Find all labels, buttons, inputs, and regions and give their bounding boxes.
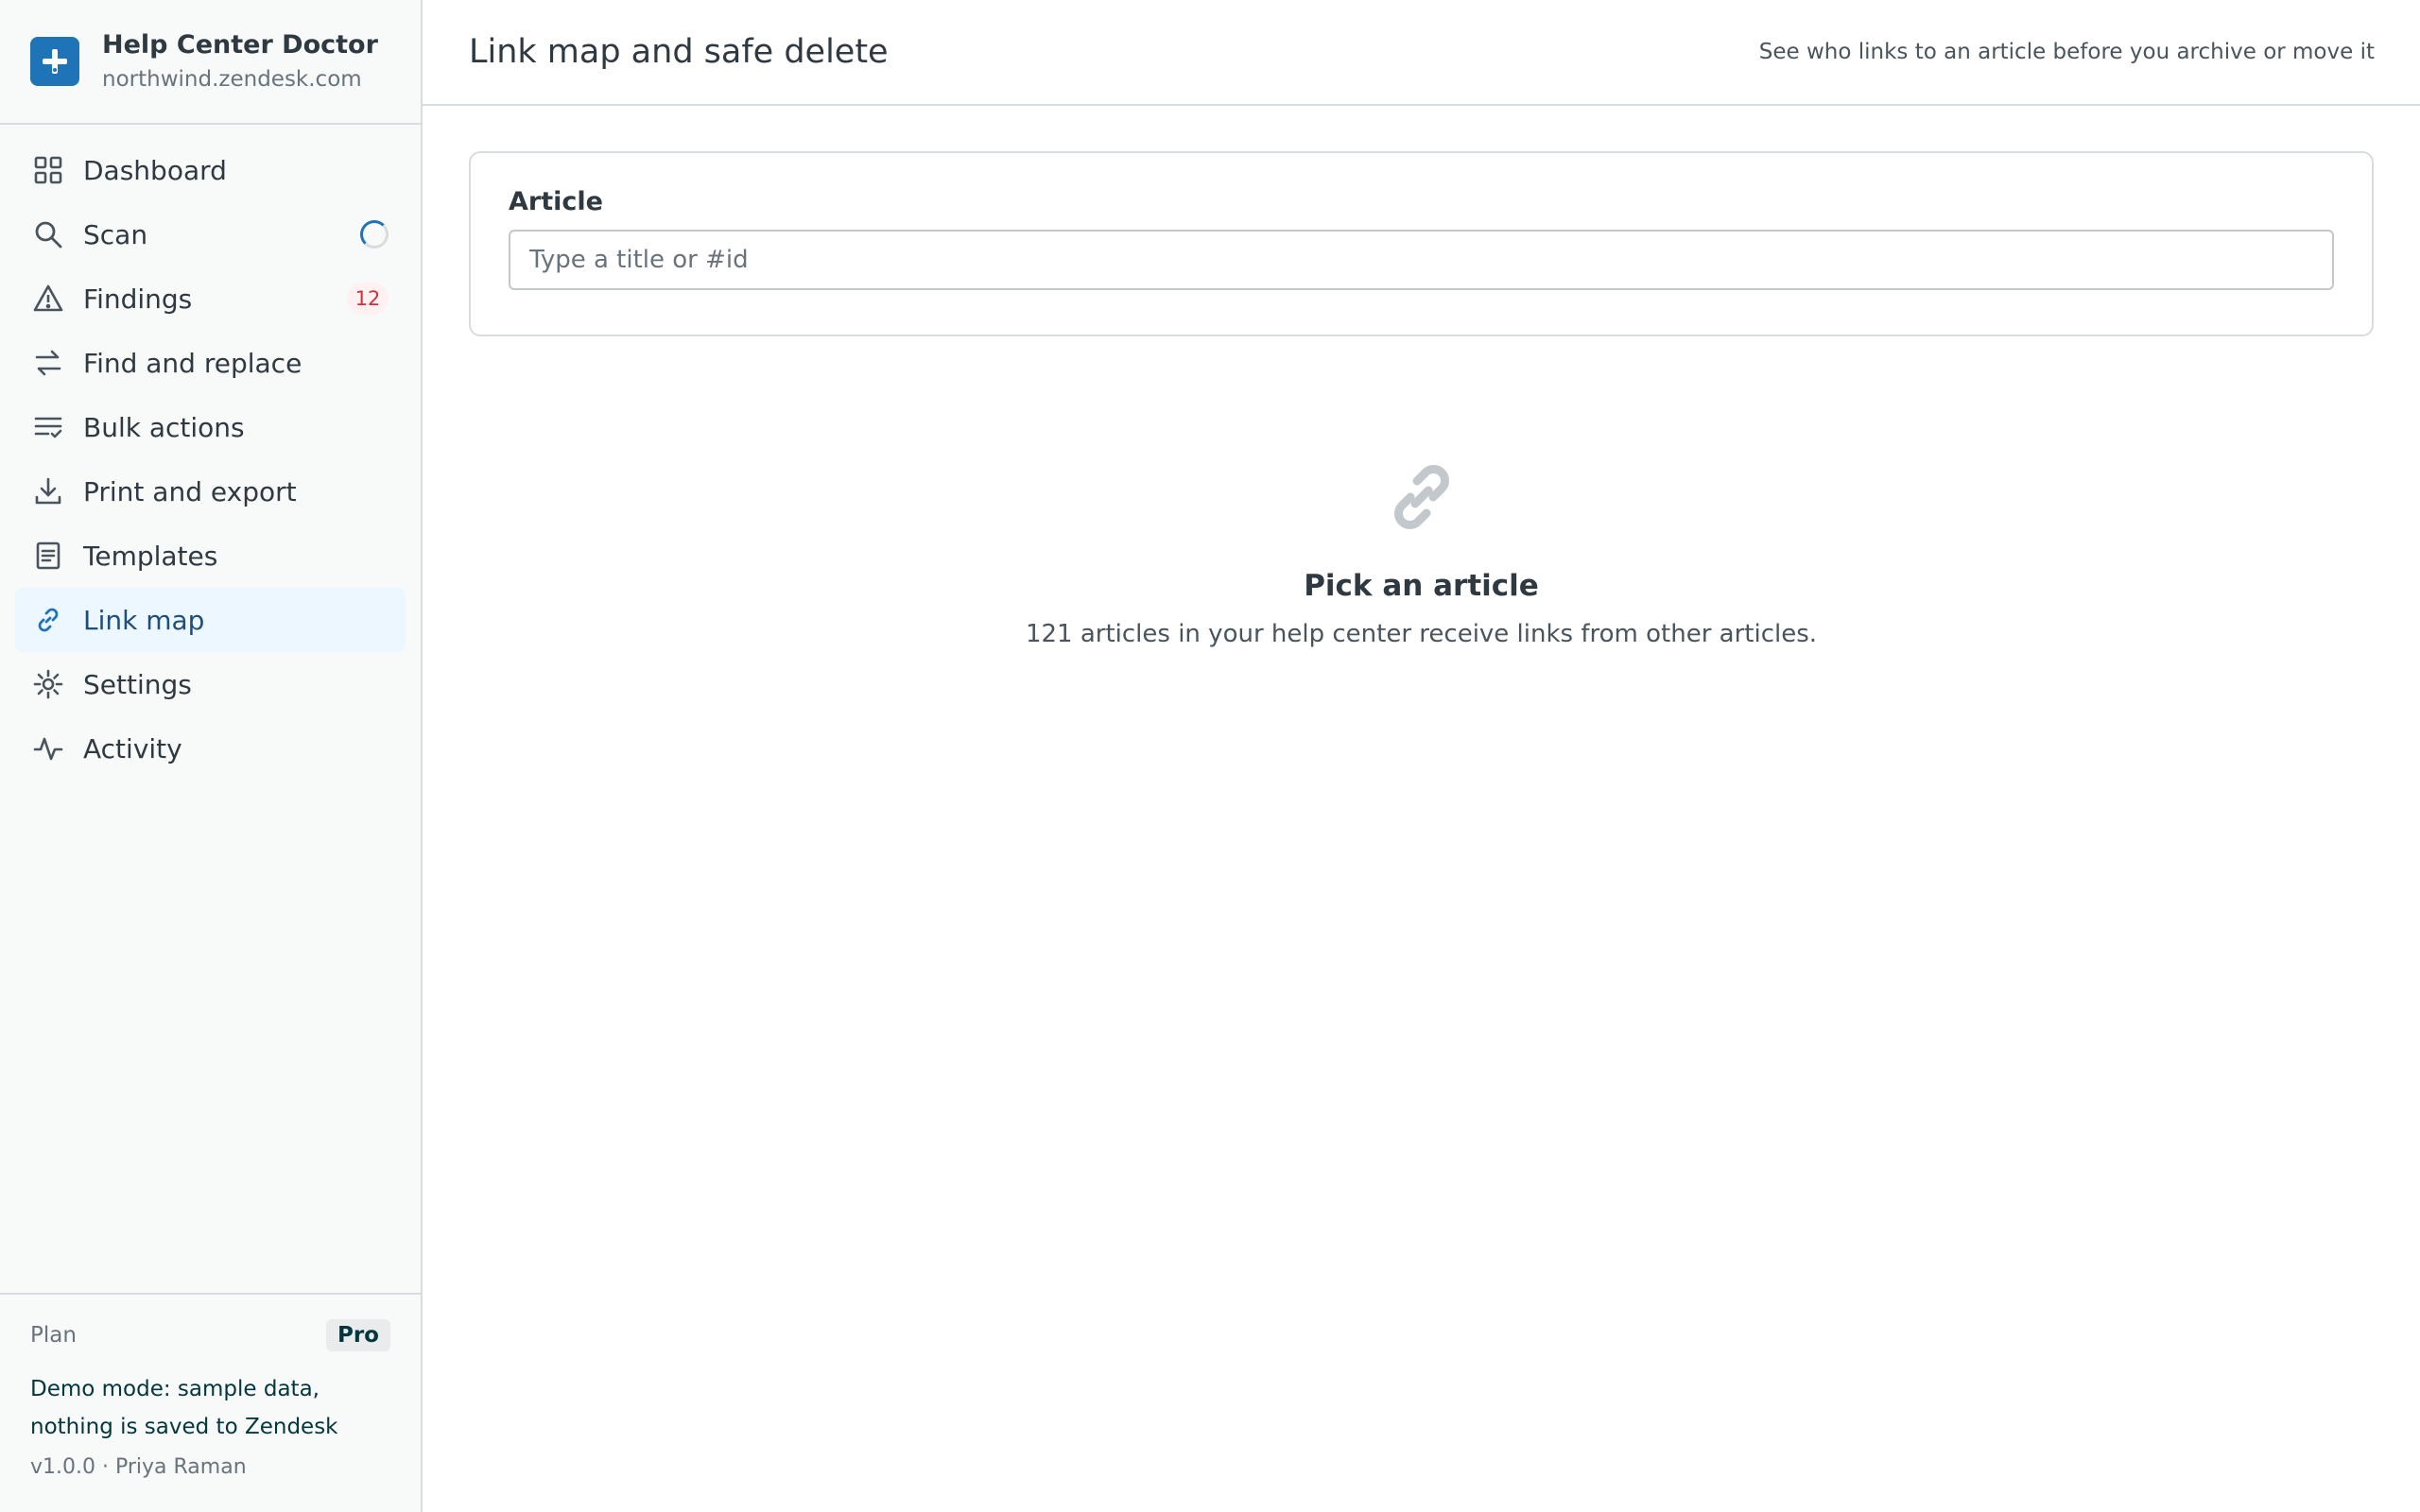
gear-icon <box>32 668 64 700</box>
sidebar-item-label: Bulk actions <box>83 411 245 443</box>
sidebar-item-print-and-export[interactable]: Print and export <box>15 459 406 524</box>
empty-state-text: 121 articles in your help center receive… <box>1025 620 1818 648</box>
search-icon <box>32 218 64 250</box>
sidebar-item-label: Scan <box>83 218 148 250</box>
plus-icon <box>30 37 79 86</box>
demo-mode-note: Demo mode: sample data, nothing is saved… <box>30 1377 338 1439</box>
version-info: v1.0.0 · Priya Raman <box>30 1455 247 1479</box>
activity-icon <box>32 732 64 765</box>
document-icon <box>32 540 64 572</box>
sidebar-footer: Plan Pro Demo mode: sample data, nothing… <box>0 1293 421 1512</box>
content-area: Article Pick an article 121 articles in … <box>423 106 2420 648</box>
sidebar-item-scan[interactable]: Scan <box>15 202 406 266</box>
sidebar: Help Center Doctor northwind.zendesk.com… <box>0 0 423 1512</box>
app-name: Help Center Doctor <box>102 30 378 60</box>
findings-count-badge: 12 <box>347 283 389 315</box>
sidebar-item-label: Link map <box>83 604 205 636</box>
page-title: Link map and safe delete <box>469 33 889 71</box>
plan-label: Plan <box>30 1323 77 1348</box>
download-icon <box>32 475 64 507</box>
page-header: Link map and safe delete See who links t… <box>423 0 2420 106</box>
sidebar-item-templates[interactable]: Templates <box>15 524 406 588</box>
sidebar-item-findings[interactable]: Findings 12 <box>15 266 406 331</box>
grid-icon <box>32 154 64 186</box>
brand-text: Help Center Doctor northwind.zendesk.com <box>102 27 378 95</box>
sidebar-item-label: Dashboard <box>83 154 227 186</box>
help-center-domain: northwind.zendesk.com <box>102 67 362 92</box>
article-picker-card: Article <box>469 151 2374 336</box>
sidebar-item-label: Settings <box>83 668 192 700</box>
sidebar-item-settings[interactable]: Settings <box>15 652 406 716</box>
list-check-icon <box>32 411 64 443</box>
sidebar-item-label: Find and replace <box>83 347 302 379</box>
sidebar-item-label: Print and export <box>83 475 297 507</box>
sidebar-nav: Dashboard Scan Findings 12 Find and repl… <box>0 125 421 1293</box>
main-panel: Link map and safe delete See who links t… <box>423 0 2420 1512</box>
sidebar-item-label: Activity <box>83 732 182 765</box>
empty-state: Pick an article 121 articles in your hel… <box>469 459 2374 648</box>
brand-header: Help Center Doctor northwind.zendesk.com <box>0 0 421 125</box>
sidebar-item-label: Findings <box>83 283 193 315</box>
sidebar-item-link-map[interactable]: Link map <box>15 588 406 652</box>
sidebar-item-bulk-actions[interactable]: Bulk actions <box>15 395 406 459</box>
article-search-input[interactable] <box>509 230 2334 290</box>
sidebar-item-dashboard[interactable]: Dashboard <box>15 138 406 202</box>
swap-arrows-icon <box>32 347 64 379</box>
plan-badge: Pro <box>325 1319 390 1351</box>
loading-spinner <box>360 220 389 249</box>
sidebar-item-activity[interactable]: Activity <box>15 716 406 781</box>
link-icon <box>32 604 64 636</box>
article-field-label: Article <box>509 187 603 216</box>
warning-icon <box>32 283 64 315</box>
link-icon <box>1386 459 1458 535</box>
sidebar-item-find-and-replace[interactable]: Find and replace <box>15 331 406 395</box>
plan-row: Plan Pro <box>30 1319 390 1351</box>
app-shell: Help Center Doctor northwind.zendesk.com… <box>0 0 2420 1512</box>
empty-state-title: Pick an article <box>1304 569 1539 603</box>
sidebar-item-label: Templates <box>83 540 218 572</box>
page-hint: See who links to an article before you a… <box>1758 40 2375 64</box>
